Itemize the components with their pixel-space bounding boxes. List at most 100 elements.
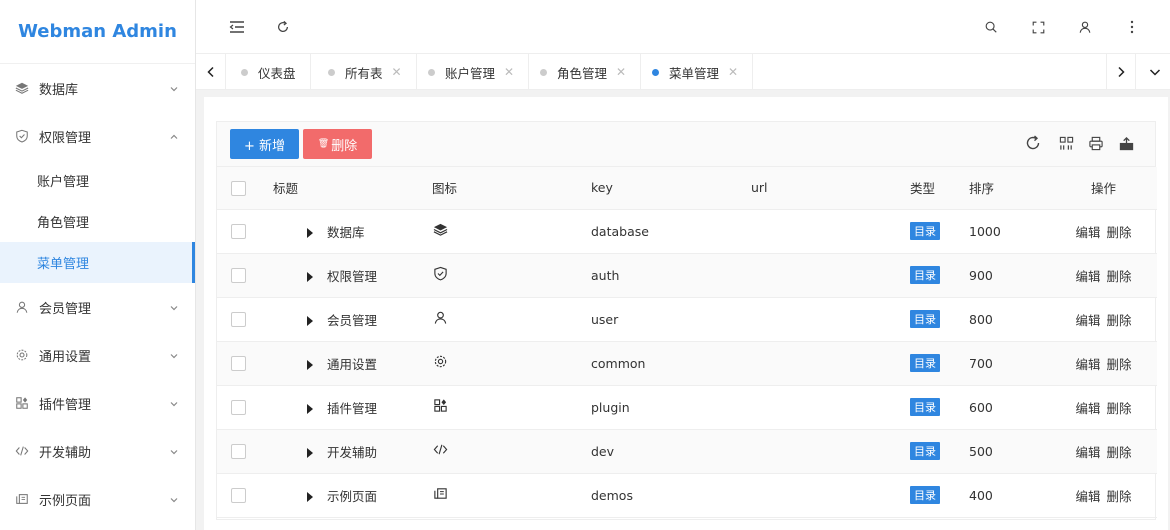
tab-accounts[interactable]: 账户管理 ✕ bbox=[413, 54, 530, 90]
user-icon bbox=[14, 299, 30, 315]
sidebar-item-demos[interactable]: 示例页面 bbox=[0, 475, 195, 523]
delete-link[interactable]: 删除 bbox=[1107, 489, 1132, 504]
table-body: 数据库 database 目录 1000 编辑 删除 权限管理 auth 目录 900 编辑 删除 会员… bbox=[217, 209, 1157, 518]
key-cell: database bbox=[580, 209, 740, 254]
chevron-down-icon bbox=[169, 350, 179, 360]
edit-link[interactable]: 编辑 bbox=[1075, 401, 1100, 416]
tabs-prev-button[interactable] bbox=[196, 54, 226, 90]
edit-link[interactable]: 编辑 bbox=[1075, 313, 1100, 328]
column-header[interactable]: 类型 bbox=[898, 167, 968, 210]
chevron-up-icon bbox=[169, 131, 179, 141]
edit-link[interactable]: 编辑 bbox=[1075, 445, 1100, 460]
tabs-bar: 仪表盘 所有表 ✕ 账户管理 ✕ 角色管理 ✕ 菜单管理 ✕ bbox=[196, 54, 1170, 90]
title-cell: 通用设置 bbox=[261, 341, 421, 386]
row-checkbox[interactable] bbox=[231, 224, 246, 239]
delete-link[interactable]: 删除 bbox=[1107, 357, 1132, 372]
fullscreen-icon[interactable] bbox=[1028, 17, 1048, 37]
tab-menus[interactable]: 菜单管理 ✕ bbox=[637, 54, 754, 90]
table-row[interactable]: 数据库 database 目录 1000 编辑 删除 bbox=[217, 209, 1157, 254]
sidebar-item-permissions[interactable]: 权限管理 bbox=[0, 112, 195, 160]
print-icon[interactable] bbox=[1087, 134, 1105, 152]
title-cell: 插件管理 bbox=[261, 385, 421, 430]
select-all-checkbox[interactable] bbox=[231, 180, 246, 196]
sidebar-item-members[interactable]: 会员管理 bbox=[0, 283, 195, 331]
row-title: 开发辅助 bbox=[327, 444, 378, 460]
user-icon[interactable] bbox=[1075, 17, 1095, 37]
row-checkbox[interactable] bbox=[231, 488, 246, 503]
chevron-down-icon bbox=[169, 83, 179, 93]
expand-arrow-icon[interactable] bbox=[307, 492, 313, 502]
edit-link[interactable]: 编辑 bbox=[1075, 489, 1100, 504]
column-header[interactable]: 标题 bbox=[261, 167, 421, 210]
refresh-icon[interactable] bbox=[1024, 134, 1042, 152]
type-badge: 目录 bbox=[910, 398, 940, 416]
tab-all-tables[interactable]: 所有表 ✕ bbox=[313, 54, 417, 90]
edit-link[interactable]: 编辑 bbox=[1075, 357, 1100, 372]
edit-link[interactable]: 编辑 bbox=[1075, 225, 1100, 240]
table-row[interactable]: 插件管理 plugin 目录 600 编辑 删除 bbox=[217, 385, 1157, 430]
column-header[interactable]: 图标 bbox=[421, 167, 580, 210]
export-icon[interactable] bbox=[1117, 134, 1135, 152]
delete-link[interactable]: 删除 bbox=[1107, 225, 1132, 240]
key-cell: demos bbox=[580, 473, 740, 518]
type-badge: 目录 bbox=[910, 222, 940, 240]
row-checkbox[interactable] bbox=[231, 356, 246, 371]
expand-arrow-icon[interactable] bbox=[307, 360, 313, 370]
sidebar-item-database[interactable]: 数据库 bbox=[0, 64, 195, 112]
refresh-icon[interactable] bbox=[273, 17, 293, 37]
close-icon[interactable]: ✕ bbox=[616, 65, 626, 79]
expand-arrow-icon[interactable] bbox=[307, 228, 313, 238]
more-icon[interactable] bbox=[1122, 17, 1142, 37]
edit-link[interactable]: 编辑 bbox=[1075, 269, 1100, 284]
table-row[interactable]: 开发辅助 dev 目录 500 编辑 删除 bbox=[217, 429, 1157, 474]
delete-link[interactable]: 删除 bbox=[1107, 401, 1132, 416]
url-cell bbox=[740, 473, 898, 518]
row-checkbox[interactable] bbox=[231, 444, 246, 459]
close-icon[interactable]: ✕ bbox=[392, 65, 402, 79]
column-header[interactable]: key bbox=[580, 167, 740, 210]
row-checkbox[interactable] bbox=[231, 312, 246, 327]
table-row[interactable]: 示例页面 demos 目录 400 编辑 删除 bbox=[217, 473, 1157, 518]
tabs-dropdown-button[interactable] bbox=[1140, 54, 1170, 90]
search-icon[interactable] bbox=[981, 17, 1001, 37]
collapse-menu-icon[interactable] bbox=[227, 17, 247, 37]
app-logo[interactable]: Webman Admin bbox=[0, 0, 195, 64]
title-cell: 开发辅助 bbox=[261, 429, 421, 474]
row-checkbox[interactable] bbox=[231, 400, 246, 415]
sort-cell: 600 bbox=[968, 385, 1050, 430]
delete-button[interactable]: 🗑 删除 bbox=[303, 129, 372, 159]
expand-arrow-icon[interactable] bbox=[307, 272, 313, 282]
row-checkbox[interactable] bbox=[231, 268, 246, 283]
expand-arrow-icon[interactable] bbox=[307, 448, 313, 458]
close-icon[interactable]: ✕ bbox=[504, 65, 514, 79]
expand-arrow-icon[interactable] bbox=[307, 316, 313, 326]
columns-icon[interactable] bbox=[1057, 134, 1075, 152]
tab-dashboard[interactable]: 仪表盘 bbox=[226, 54, 311, 90]
expand-arrow-icon[interactable] bbox=[307, 404, 313, 414]
delete-link[interactable]: 删除 bbox=[1107, 313, 1132, 328]
close-icon[interactable]: ✕ bbox=[728, 65, 738, 79]
title-cell: 数据库 bbox=[261, 209, 421, 254]
tab-dot bbox=[652, 68, 659, 76]
type-badge: 目录 bbox=[910, 442, 940, 460]
add-button[interactable]: + 新增 bbox=[230, 129, 299, 159]
column-header[interactable]: 排序 bbox=[968, 167, 1050, 210]
sidebar-item-plugins[interactable]: 插件管理 bbox=[0, 379, 195, 427]
delete-link[interactable]: 删除 bbox=[1107, 269, 1132, 284]
delete-link[interactable]: 删除 bbox=[1107, 445, 1132, 460]
column-header[interactable]: url bbox=[740, 167, 898, 210]
sidebar-item-label: 插件管理 bbox=[39, 397, 92, 413]
sidebar-item-settings[interactable]: 通用设置 bbox=[0, 331, 195, 379]
menu-table: 标题 图标 key url 类型 排序 操作 数据库 database 目录 1000… bbox=[217, 167, 1157, 518]
table-row[interactable]: 通用设置 common 目录 700 编辑 删除 bbox=[217, 341, 1157, 386]
table-toolbar: + 新增 🗑 删除 bbox=[217, 122, 1155, 167]
sidebar-item-dev[interactable]: 开发辅助 bbox=[0, 427, 195, 475]
table-row[interactable]: 会员管理 user 目录 800 编辑 删除 bbox=[217, 297, 1157, 342]
sidebar-subitem-accounts[interactable]: 账户管理 bbox=[0, 160, 195, 201]
sidebar-subitem-roles[interactable]: 角色管理 bbox=[0, 201, 195, 242]
code-icon bbox=[14, 443, 30, 459]
tab-roles[interactable]: 角色管理 ✕ bbox=[525, 54, 642, 90]
tabs-next-button[interactable] bbox=[1106, 54, 1136, 90]
table-row[interactable]: 权限管理 auth 目录 900 编辑 删除 bbox=[217, 253, 1157, 298]
sidebar-subitem-menus[interactable]: 菜单管理 bbox=[0, 242, 195, 283]
